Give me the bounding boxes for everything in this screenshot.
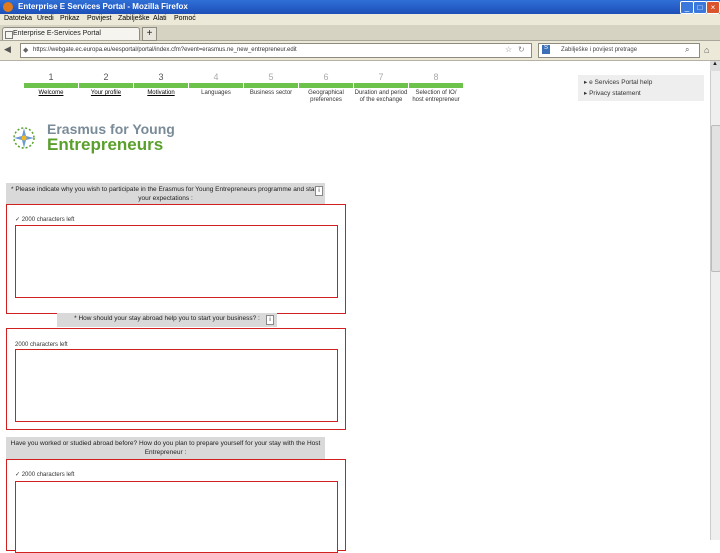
step-progress-bar (24, 83, 78, 88)
question-1-textarea[interactable] (15, 225, 338, 298)
wizard-step-7: 7 Duration and period of the exchange (354, 72, 408, 103)
char-counter: 2000 characters left (15, 342, 68, 348)
scrollbar-thumb[interactable] (711, 125, 720, 272)
firefox-icon (3, 2, 13, 12)
menu-bar: Datoteka Uredi Prikaz Povijest Zabilješk… (0, 14, 720, 25)
wizard-step-8: 8 Selection of IO/ host entrepreneur (409, 72, 463, 104)
step-progress-bar (354, 83, 408, 88)
wizard-steps: 1 Welcome 2 Your profile 3 Motivation 4 … (24, 72, 464, 120)
menu-bookmarks[interactable]: Zabilješke (118, 15, 150, 22)
close-icon[interactable]: × (706, 1, 720, 14)
maximize-icon[interactable]: □ (693, 1, 707, 14)
menu-history[interactable]: Povijest (87, 15, 112, 22)
help-sidebar: ▸ e Services Portal help ▸ Privacy state… (578, 75, 704, 101)
question-2-heading: * How should your stay abroad help you t… (57, 313, 277, 327)
back-arrow-icon[interactable]: ◀ (4, 44, 11, 55)
erasmus-star-logo-icon (13, 127, 35, 149)
magnifier-icon[interactable]: ⌕ (685, 45, 689, 55)
question-3-heading: Have you worked or studied abroad before… (6, 437, 325, 460)
step-progress-bar (299, 83, 353, 88)
tab-label: Enterprise E-Services Portal (13, 30, 101, 37)
question-1-heading: * Please indicate why you wish to partic… (6, 183, 325, 206)
question-3-textarea[interactable] (15, 481, 338, 553)
menu-tools[interactable]: Alati (153, 15, 167, 22)
reload-icon[interactable]: ↻ (518, 45, 525, 54)
menu-file[interactable]: Datoteka (4, 15, 32, 22)
bookmark-star-icon[interactable]: ☆ (505, 45, 512, 54)
wizard-step-2[interactable]: 2 Your profile (79, 72, 133, 97)
step-progress-bar (244, 83, 298, 88)
scroll-up-arrow-icon[interactable]: ▲ (710, 61, 720, 71)
new-tab-plus-icon[interactable]: + (142, 27, 157, 41)
page-favicon-icon (5, 31, 13, 39)
wizard-step-5: 5 Business sector (244, 72, 298, 97)
question-2-box: 2000 characters left (6, 328, 346, 430)
tab-active[interactable]: Enterprise E-Services Portal (2, 27, 140, 40)
search-input: Zabilješke i povijest pretrage (561, 47, 638, 53)
question-2-textarea[interactable] (15, 349, 338, 422)
sidebar-link-privacy[interactable]: ▸ Privacy statement (584, 89, 641, 97)
char-counter: ✓ 2000 characters left (15, 217, 75, 223)
logo-text-line2: Entrepreneurs (47, 135, 164, 154)
menu-help[interactable]: Pomoć (174, 15, 196, 22)
url-text: https://webgate.ec.europa.eu/eesportal/p… (33, 47, 297, 53)
step-progress-bar (134, 83, 188, 88)
sidebar-link-help[interactable]: ▸ e Services Portal help (584, 78, 652, 86)
question-1-box: ✓ 2000 characters left (6, 204, 346, 314)
home-icon[interactable]: ⌂ (704, 45, 709, 55)
step-progress-bar (189, 83, 243, 88)
question-3-box: ✓ 2000 characters left (6, 459, 346, 553)
step-progress-bar (409, 83, 463, 88)
window-titlebar: Enterprise E Services Portal - Mozilla F… (0, 0, 720, 14)
info-icon[interactable]: i (315, 186, 323, 196)
info-icon[interactable]: i (266, 315, 274, 325)
minimize-icon[interactable]: _ (680, 1, 694, 14)
char-counter: ✓ 2000 characters left (15, 472, 75, 478)
wizard-step-4: 4 Languages (189, 72, 243, 97)
wizard-step-6: 6 Geographical preferences (299, 72, 353, 104)
step-progress-bar (79, 83, 133, 88)
menu-view[interactable]: Prikaz (60, 15, 79, 22)
window-title: Enterprise E Services Portal - Mozilla F… (18, 2, 188, 11)
wizard-step-3[interactable]: 3 Motivation (134, 72, 188, 97)
wizard-step-1[interactable]: 1 Welcome (24, 72, 78, 97)
menu-edit[interactable]: Uredi (37, 15, 54, 22)
search-engine-icon[interactable]: S (542, 45, 550, 54)
search-bar[interactable]: S Zabilješke i povijest pretrage ⌕ (538, 43, 700, 58)
site-identity-icon[interactable]: ◆ (23, 46, 28, 54)
url-bar[interactable]: ◆ https://webgate.ec.europa.eu/eesportal… (20, 43, 532, 58)
